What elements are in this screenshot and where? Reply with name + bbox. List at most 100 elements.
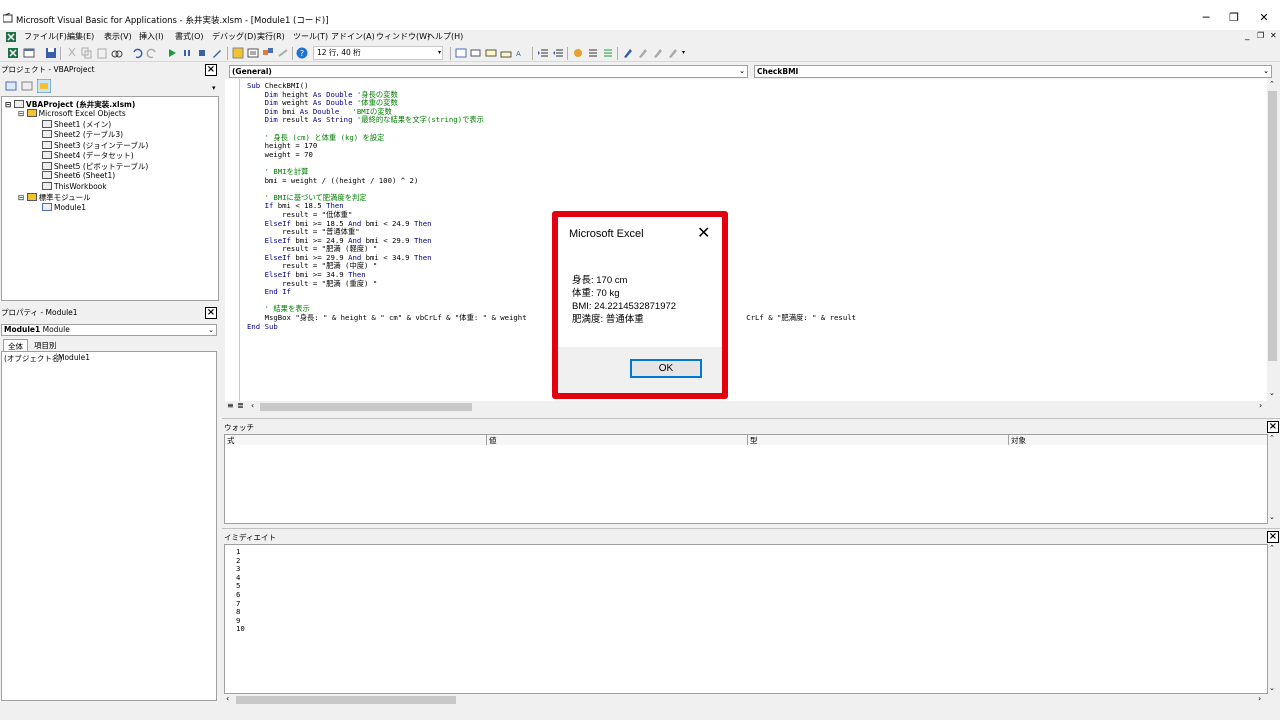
parameter-info-icon[interactable]: [500, 47, 512, 59]
project-explorer-icon[interactable]: [232, 47, 244, 59]
design-mode-icon[interactable]: [211, 47, 223, 59]
menu-edit[interactable]: 編集(E): [67, 31, 94, 42]
find-icon[interactable]: [111, 47, 123, 59]
menu-tools[interactable]: ツール(T): [293, 31, 328, 42]
object-browser-icon[interactable]: [262, 47, 274, 59]
maximize-button[interactable]: ❐: [1220, 10, 1248, 26]
menu-addins[interactable]: アドイン(A): [331, 31, 375, 42]
immediate-vertical-scrollbar[interactable]: ⌃ ⌄: [1268, 544, 1278, 706]
list-members-icon[interactable]: [455, 47, 467, 59]
scroll-left-arrow[interactable]: ‹: [251, 401, 254, 410]
run-icon[interactable]: [166, 47, 178, 59]
scroll-right-arrow[interactable]: ›: [1258, 694, 1261, 703]
toggle-bookmark-icon[interactable]: [622, 47, 634, 59]
menu-debug[interactable]: デバッグ(D): [212, 31, 256, 42]
project-close-button[interactable]: ×: [205, 64, 217, 76]
paste-icon[interactable]: [96, 47, 108, 59]
tree-sheet2[interactable]: Sheet2 (テーブル3): [42, 129, 123, 140]
save-icon[interactable]: [45, 47, 57, 59]
view-code-icon[interactable]: [5, 80, 17, 92]
break-icon[interactable]: [181, 47, 193, 59]
watch-col-context[interactable]: 対象: [1009, 435, 1267, 445]
immediate-output[interactable]: 1 2 3 4 5 6 7 8 9 10: [236, 547, 245, 634]
margin-indicator-bar[interactable]: [225, 79, 240, 401]
scroll-thumb[interactable]: [260, 403, 472, 411]
cut-icon[interactable]: [66, 47, 78, 59]
uncomment-block-icon[interactable]: [602, 47, 614, 59]
scroll-down-arrow[interactable]: ⌄: [1269, 389, 1275, 397]
properties-window-icon[interactable]: [247, 47, 259, 59]
toggle-breakpoint-icon[interactable]: [572, 47, 584, 59]
toolbar-overflow-icon[interactable]: ▾: [438, 49, 441, 56]
procedure-view-icon[interactable]: ≡: [227, 401, 234, 410]
tree-sheet4[interactable]: Sheet4 (データセット): [42, 150, 134, 161]
tree-excel-objects[interactable]: ⊟ Microsoft Excel Objects: [18, 109, 126, 118]
scroll-left-arrow[interactable]: ‹: [226, 694, 229, 703]
code-close-button[interactable]: ✕: [1270, 31, 1277, 40]
property-value[interactable]: Module1: [56, 353, 216, 362]
menu-format[interactable]: 書式(O): [175, 31, 204, 42]
watch-col-value[interactable]: 値: [487, 435, 748, 445]
watch-col-expression[interactable]: 式: [225, 435, 487, 445]
tree-module1[interactable]: Module1: [42, 203, 86, 212]
procedure-dropdown[interactable]: CheckBMI ⌄: [754, 65, 1272, 78]
indent-icon[interactable]: [537, 47, 549, 59]
outdent-icon[interactable]: [552, 47, 564, 59]
menu-help[interactable]: ヘルプ(H): [427, 31, 463, 42]
excel-view-icon[interactable]: [6, 32, 16, 42]
watch-close-button[interactable]: ×: [1267, 421, 1279, 433]
ok-button[interactable]: OK: [630, 359, 702, 378]
scroll-up-arrow[interactable]: ⌃: [1269, 434, 1275, 442]
scroll-down-arrow[interactable]: ⌄: [1269, 513, 1275, 521]
scroll-up-arrow[interactable]: ⌃: [1269, 544, 1275, 552]
code-minimize-button[interactable]: _: [1245, 31, 1250, 41]
scroll-down-arrow[interactable]: ▾: [212, 84, 216, 92]
insert-userform-icon[interactable]: [23, 47, 35, 59]
object-dropdown[interactable]: (General) ⌄: [229, 65, 748, 78]
toggle-folders-icon[interactable]: [37, 79, 51, 93]
scroll-right-arrow[interactable]: ›: [1259, 401, 1262, 410]
complete-word-icon[interactable]: A: [515, 47, 527, 59]
minimize-button[interactable]: ─: [1192, 10, 1220, 26]
comment-block-icon[interactable]: [587, 47, 599, 59]
menu-view[interactable]: 表示(V): [104, 31, 132, 42]
scroll-down-arrow[interactable]: ⌄: [1269, 684, 1275, 692]
close-window-button[interactable]: ✕: [1250, 10, 1278, 26]
quick-info-icon[interactable]: [485, 47, 497, 59]
list-constants-icon[interactable]: [470, 47, 482, 59]
help-icon[interactable]: ?: [296, 47, 308, 59]
menu-run[interactable]: 実行(R): [257, 31, 285, 42]
menu-window[interactable]: ウィンドウ(W): [376, 31, 430, 42]
redo-icon[interactable]: [146, 47, 158, 59]
next-bookmark-icon[interactable]: [637, 47, 649, 59]
tree-modules-folder[interactable]: ⊟ 標準モジュール: [18, 192, 91, 203]
toolbox-icon[interactable]: [277, 47, 289, 59]
code-restore-button[interactable]: ❐: [1257, 31, 1264, 40]
immediate-horizontal-scrollbar[interactable]: ‹ ›: [224, 694, 1268, 706]
msgbox-close-icon[interactable]: ✕: [697, 225, 710, 241]
code-vertical-scrollbar[interactable]: ⌃ ⌄: [1267, 79, 1278, 401]
toolbar-overflow-icon[interactable]: ▾: [682, 49, 685, 56]
watch-list[interactable]: 式 値 型 対象: [224, 434, 1268, 524]
reset-icon[interactable]: [196, 47, 208, 59]
scroll-thumb[interactable]: [1268, 91, 1277, 361]
immediate-close-button[interactable]: ×: [1267, 531, 1279, 543]
full-module-view-icon[interactable]: ≣: [237, 401, 244, 410]
excel-icon[interactable]: [7, 47, 19, 59]
undo-icon[interactable]: [131, 47, 143, 59]
properties-close-button[interactable]: ×: [205, 307, 217, 319]
immediate-window[interactable]: [224, 544, 1268, 694]
watch-vertical-scrollbar[interactable]: ⌃ ⌄: [1268, 434, 1278, 524]
code-horizontal-scrollbar[interactable]: ≡ ≣ ‹ ›: [225, 401, 1278, 413]
view-object-icon[interactable]: [21, 80, 33, 92]
menu-file[interactable]: ファイル(F): [24, 31, 67, 42]
tree-thisworkbook[interactable]: ThisWorkbook: [42, 182, 107, 191]
tree-sheet6[interactable]: Sheet6 (Sheet1): [42, 171, 115, 180]
menu-insert[interactable]: 挿入(I): [139, 31, 164, 42]
scroll-thumb[interactable]: [236, 696, 456, 704]
scroll-up-arrow[interactable]: ⌃: [1269, 80, 1275, 88]
watch-col-type[interactable]: 型: [748, 435, 1009, 445]
clear-bookmarks-icon[interactable]: [667, 47, 679, 59]
copy-icon[interactable]: [81, 47, 93, 59]
object-dropdown[interactable]: Module1 Module ⌄: [1, 324, 217, 336]
